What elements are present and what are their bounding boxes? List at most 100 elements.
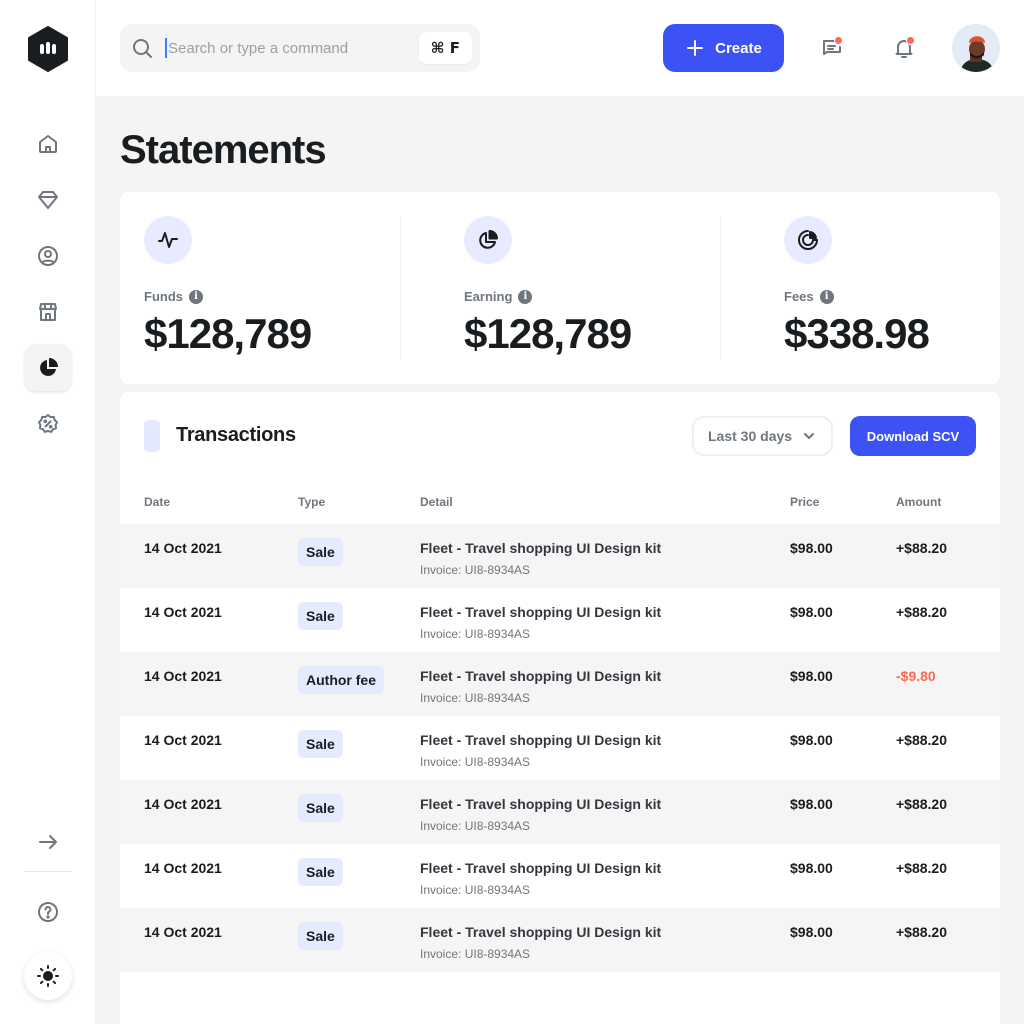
row-detail: Fleet - Travel shopping UI Design kit [420, 924, 662, 940]
row-date: 14 Oct 2021 [144, 540, 222, 556]
pie-chart-icon [479, 230, 498, 249]
messages-notification-dot [834, 36, 843, 45]
row-price: $98.00 [790, 668, 833, 684]
row-date: 14 Oct 2021 [144, 604, 222, 620]
row-price: $98.00 [790, 860, 833, 876]
sidebar-collapse-button[interactable] [24, 818, 72, 866]
search-shortcut: ⌘ F [418, 32, 472, 64]
row-invoice: Invoice: UI8-8934AS [420, 627, 531, 641]
home-icon [39, 135, 57, 153]
text-caret [165, 38, 167, 58]
row-detail: Fleet - Travel shopping UI Design kit [420, 604, 662, 620]
table-row[interactable]: 14 Oct 2021 Sale Fleet - Travel shopping… [120, 908, 1000, 972]
type-badge: Sale [298, 602, 343, 630]
stat-fees: Fees i $338.98 [760, 192, 1024, 384]
row-date: 14 Oct 2021 [144, 732, 222, 748]
row-date: 14 Oct 2021 [144, 924, 222, 940]
row-price: $98.00 [790, 796, 833, 812]
info-icon[interactable]: i [819, 289, 834, 304]
stat-funds-label: Funds i [144, 289, 203, 304]
stat-earning-badge [464, 216, 512, 264]
create-button[interactable]: Create [663, 24, 784, 72]
donut-chart-icon [798, 230, 818, 250]
row-invoice: Invoice: UI8-8934AS [420, 691, 531, 705]
row-amount: +$88.20 [896, 540, 947, 556]
sidebar-item-customers[interactable] [24, 232, 72, 280]
search-bar[interactable]: ⌘ F [120, 24, 480, 72]
row-invoice: Invoice: UI8-8934AS [420, 947, 531, 961]
info-icon[interactable]: i [518, 289, 533, 304]
activity-icon [158, 232, 178, 248]
stats-card: Funds i $128,789 Earning i $128,789 Fees… [120, 192, 1000, 384]
notifications-dot [906, 36, 915, 45]
transactions-title: Transactions [176, 424, 296, 446]
row-price: $98.00 [790, 540, 833, 556]
column-header-date[interactable]: Date [144, 495, 170, 509]
info-icon[interactable]: i [189, 289, 203, 304]
stat-earning-label: Earning i [464, 289, 533, 304]
section-marker [144, 420, 160, 452]
row-date: 14 Oct 2021 [144, 668, 222, 684]
diamond-icon [38, 191, 58, 209]
table-row[interactable]: 14 Oct 2021 Sale Fleet - Travel shopping… [120, 524, 1000, 588]
logo-icon[interactable] [27, 26, 69, 72]
sidebar-item-products[interactable] [24, 176, 72, 224]
table-row[interactable]: 14 Oct 2021 Sale Fleet - Travel shopping… [120, 780, 1000, 844]
row-amount: -$9.80 [896, 668, 936, 684]
table-row[interactable]: 14 Oct 2021 Author fee Fleet - Travel sh… [120, 652, 1000, 716]
type-badge: Sale [298, 922, 343, 950]
table-row[interactable]: 14 Oct 2021 Sale Fleet - Travel shopping… [120, 588, 1000, 652]
arrow-right-icon [39, 835, 57, 849]
row-invoice: Invoice: UI8-8934AS [420, 563, 531, 577]
sidebar-item-income[interactable] [24, 344, 72, 392]
sidebar [0, 0, 96, 1024]
row-amount: +$88.20 [896, 604, 947, 620]
column-header-price[interactable]: Price [790, 495, 819, 509]
stat-label-text: Earning [464, 289, 513, 304]
sidebar-item-shop[interactable] [24, 288, 72, 336]
type-badge: Sale [298, 538, 343, 566]
table-row[interactable]: 14 Oct 2021 Sale Fleet - Travel shopping… [120, 844, 1000, 908]
search-input[interactable] [168, 24, 408, 72]
notifications-button[interactable] [880, 24, 928, 72]
type-badge: Sale [298, 858, 343, 886]
type-badge: Sale [298, 730, 343, 758]
column-header-type[interactable]: Type [298, 495, 325, 509]
download-button[interactable]: Download SCV [850, 416, 976, 456]
row-amount: +$88.20 [896, 732, 947, 748]
avatar[interactable] [952, 24, 1000, 72]
row-amount: +$88.20 [896, 924, 947, 940]
discount-icon [38, 414, 58, 433]
column-header-detail[interactable]: Detail [420, 495, 453, 509]
sidebar-item-promote[interactable] [24, 400, 72, 448]
table-row[interactable]: 14 Oct 2021 Sale Fleet - Travel shopping… [120, 716, 1000, 780]
page-title: Statements [120, 128, 327, 172]
stat-fees-value: $338.98 [784, 310, 930, 357]
row-detail: Fleet - Travel shopping UI Design kit [420, 668, 662, 684]
row-price: $98.00 [790, 732, 833, 748]
theme-toggle-button[interactable] [24, 952, 72, 1000]
column-header-amount[interactable]: Amount [896, 495, 941, 509]
pie-chart-icon [40, 358, 58, 376]
plus-icon [687, 40, 704, 56]
sidebar-item-help[interactable] [24, 888, 72, 936]
date-range-select[interactable]: Last 30 days [692, 416, 833, 456]
row-detail: Fleet - Travel shopping UI Design kit [420, 732, 662, 748]
row-amount: +$88.20 [896, 796, 947, 812]
stat-label-text: Funds [144, 289, 183, 304]
stat-fees-label: Fees i [784, 289, 834, 304]
messages-button[interactable] [808, 24, 856, 72]
chevron-down-icon [804, 433, 814, 439]
row-detail: Fleet - Travel shopping UI Design kit [420, 540, 662, 556]
stat-funds: Funds i $128,789 [120, 192, 400, 384]
stat-fees-badge [784, 216, 832, 264]
sidebar-item-home[interactable] [24, 120, 72, 168]
stat-earning-value: $128,789 [464, 310, 632, 357]
row-amount: +$88.20 [896, 860, 947, 876]
date-range-value: Last 30 days [708, 428, 793, 444]
row-invoice: Invoice: UI8-8934AS [420, 755, 531, 769]
row-date: 14 Oct 2021 [144, 796, 222, 812]
row-price: $98.00 [790, 604, 833, 620]
stat-label-text: Fees [784, 289, 814, 304]
stat-funds-value: $128,789 [144, 310, 312, 357]
